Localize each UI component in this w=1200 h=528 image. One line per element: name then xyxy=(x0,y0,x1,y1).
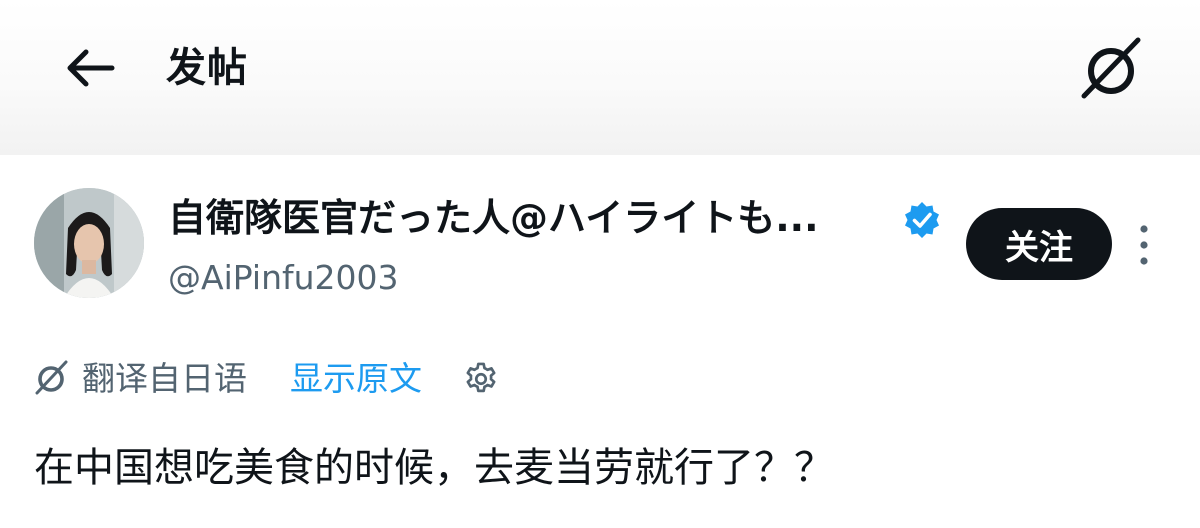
arrow-left-icon xyxy=(67,49,115,87)
avatar[interactable] xyxy=(34,188,144,298)
author-name[interactable]: 自衛隊医官だった人@ハイライトも... xyxy=(168,190,819,246)
avatar-photo xyxy=(34,188,144,298)
more-options-button[interactable] xyxy=(1128,222,1160,268)
gear-icon[interactable] xyxy=(462,360,500,398)
post-text: 在中国想吃美食的时候，去麦当劳就行了？？ xyxy=(34,445,834,491)
verified-badge-icon xyxy=(905,202,939,238)
grok-translate-icon xyxy=(35,360,68,395)
more-vertical-icon xyxy=(1140,225,1148,265)
follow-button[interactable]: 关注 xyxy=(966,208,1112,280)
page-title: 发帖 xyxy=(166,45,248,91)
translation-label: 翻译自日语 xyxy=(82,359,247,398)
grok-icon xyxy=(1081,37,1141,99)
grok-button[interactable] xyxy=(1076,34,1148,106)
back-button[interactable] xyxy=(62,48,118,88)
top-bar: 发帖 xyxy=(0,0,1200,155)
show-original-link[interactable]: 显示原文 xyxy=(290,352,422,406)
author-handle[interactable]: @AiPinfu2003 xyxy=(168,252,399,304)
